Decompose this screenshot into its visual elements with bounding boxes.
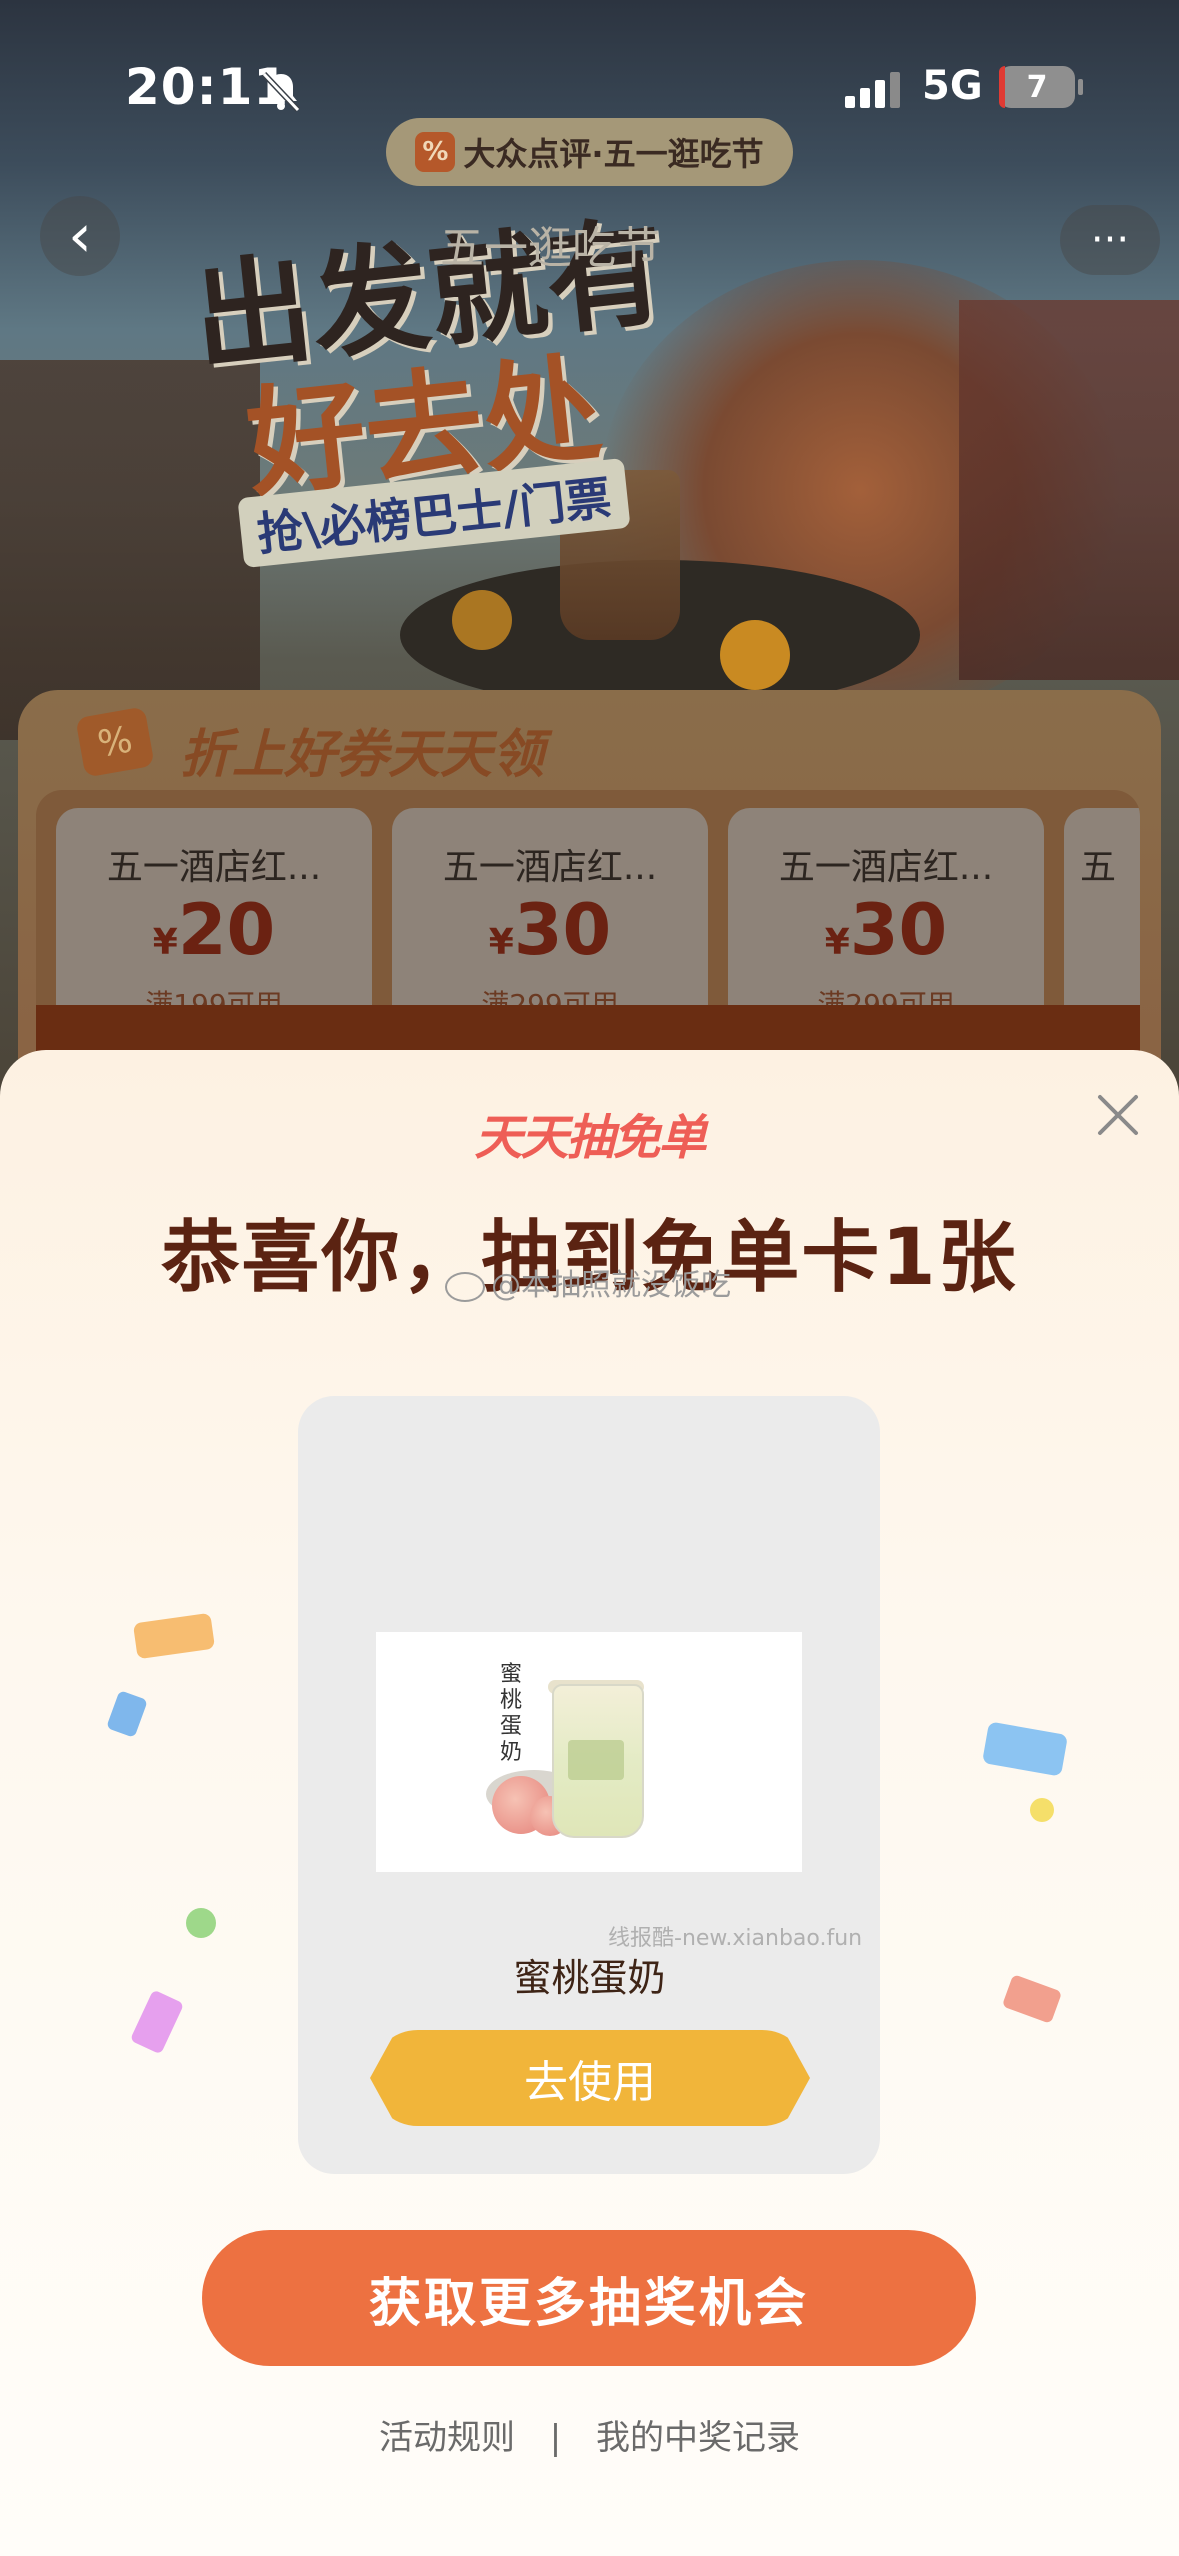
coupon-card[interactable]: 五	[1064, 808, 1140, 1038]
coupon-card[interactable]: 五一酒店红... ¥30 满299可用	[728, 808, 1044, 1038]
nav-title: 五一逛吃节	[440, 223, 660, 274]
network-label: 5G	[922, 63, 983, 109]
coupon-amount: ¥30	[488, 889, 612, 971]
orange-slice	[720, 620, 790, 690]
coupon-name: 五	[1080, 847, 1117, 888]
product-name: 蜜桃蛋奶	[513, 1956, 666, 2000]
product-image-text: 蜜桃蛋奶	[500, 1662, 523, 1765]
rules-link[interactable]: 活动规则	[379, 2410, 515, 2459]
coupon-name: 五一酒店红...	[106, 847, 322, 888]
footer-links: 活动规则 | 我的中奖记录	[0, 2410, 1179, 2459]
use-button[interactable]: 去使用	[370, 2030, 810, 2126]
link-separator: |	[549, 2418, 562, 2458]
confetti	[186, 1908, 216, 1938]
coupon-amount: ¥20	[152, 889, 276, 971]
signal-icon	[845, 72, 900, 108]
coupon-badge-icon: %	[75, 706, 155, 778]
confetti	[1030, 1798, 1054, 1822]
coupon-card[interactable]: 五一酒店红... ¥30 满299可用	[392, 808, 708, 1038]
coupon-name: 五一酒店红...	[778, 847, 994, 888]
coupon-name: 五一酒店红...	[442, 847, 658, 888]
more-button[interactable]: ···	[1060, 205, 1160, 275]
background-building-right	[959, 300, 1179, 680]
weibo-watermark: @本抽照就没饭吃	[445, 1260, 731, 1304]
records-link[interactable]: 我的中奖记录	[596, 2410, 800, 2459]
battery-level: 7	[1026, 69, 1048, 105]
status-bar: 20:11 5G 7	[0, 0, 1179, 170]
more-icon: ···	[1090, 217, 1130, 263]
coupon-section-title: 折上好券天天领	[180, 725, 545, 785]
more-chances-button[interactable]: 获取更多抽奖机会	[202, 2230, 976, 2366]
coupon-amount: ¥30	[824, 889, 948, 971]
back-button[interactable]: ‹	[40, 196, 120, 276]
bell-muted-icon	[261, 71, 301, 113]
back-icon: ‹	[68, 201, 92, 271]
coupon-card[interactable]: 五一酒店红... ¥20 满199可用	[56, 808, 372, 1038]
battery-tip	[1078, 79, 1083, 95]
weibo-icon	[445, 1271, 485, 1302]
orange-slice	[452, 590, 512, 650]
modal-brand: 天天抽免单	[474, 1110, 706, 1166]
battery-icon: 7	[999, 66, 1075, 108]
cup-label	[568, 1740, 624, 1780]
